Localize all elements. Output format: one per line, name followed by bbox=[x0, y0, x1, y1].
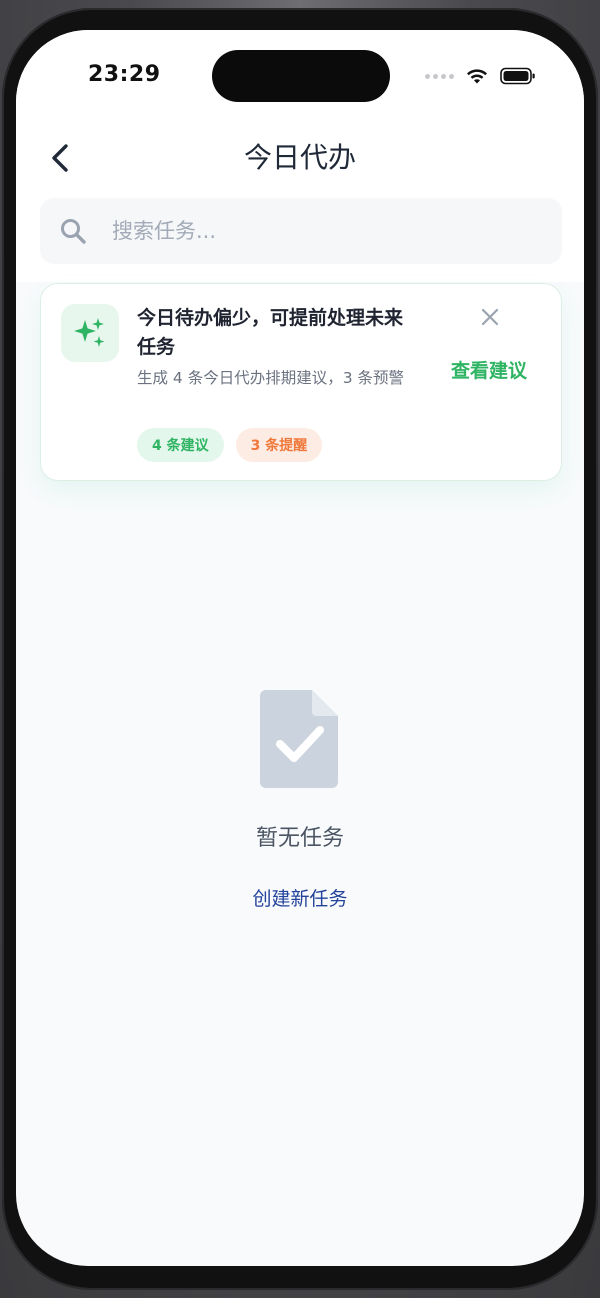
page-title: 今日代办 bbox=[243, 141, 356, 174]
search-icon bbox=[58, 216, 88, 246]
create-task-button[interactable]: 创建新任务 bbox=[16, 884, 584, 911]
app-screen: 23:29 今日代办 搜索任务... 今日待办偏少，可提前处理未来任务 生成 4… bbox=[16, 30, 584, 1266]
close-button[interactable] bbox=[475, 302, 505, 332]
ai-suggestion-card: 今日待办偏少，可提前处理未来任务 生成 4 条今日代办排期建议，3 条预警 4 … bbox=[40, 283, 562, 481]
document-check-icon bbox=[260, 690, 338, 788]
empty-state-message: 暂无任务 bbox=[255, 826, 344, 851]
suggestion-count-tag: 4 条建议 bbox=[137, 428, 224, 462]
wifi-icon bbox=[467, 69, 487, 84]
close-icon bbox=[481, 308, 499, 326]
ai-card-tags: 4 条建议 3 条提醒 bbox=[137, 428, 323, 462]
ai-card-description: 生成 4 条今日代办排期建议，3 条预警 bbox=[137, 369, 405, 387]
cellular-signal-icon bbox=[425, 73, 454, 79]
status-icons bbox=[425, 66, 536, 86]
status-time: 23:29 bbox=[88, 62, 161, 87]
dynamic-island bbox=[212, 50, 390, 102]
device-background: 23:29 今日代办 搜索任务... 今日待办偏少，可提前处理未来任务 生成 4… bbox=[0, 0, 600, 1298]
search-input[interactable] bbox=[110, 218, 514, 244]
header-area: 23:29 今日代办 搜索任务... bbox=[16, 30, 584, 282]
sparkles-icon bbox=[61, 304, 119, 362]
reminder-count-tag: 3 条提醒 bbox=[235, 428, 323, 462]
battery-icon bbox=[500, 67, 535, 85]
search-bar[interactable] bbox=[40, 198, 562, 264]
ai-card-title: 今日待办偏少，可提前处理未来任务 bbox=[137, 307, 404, 358]
view-suggestions-button[interactable]: 查看建议 bbox=[451, 356, 527, 383]
